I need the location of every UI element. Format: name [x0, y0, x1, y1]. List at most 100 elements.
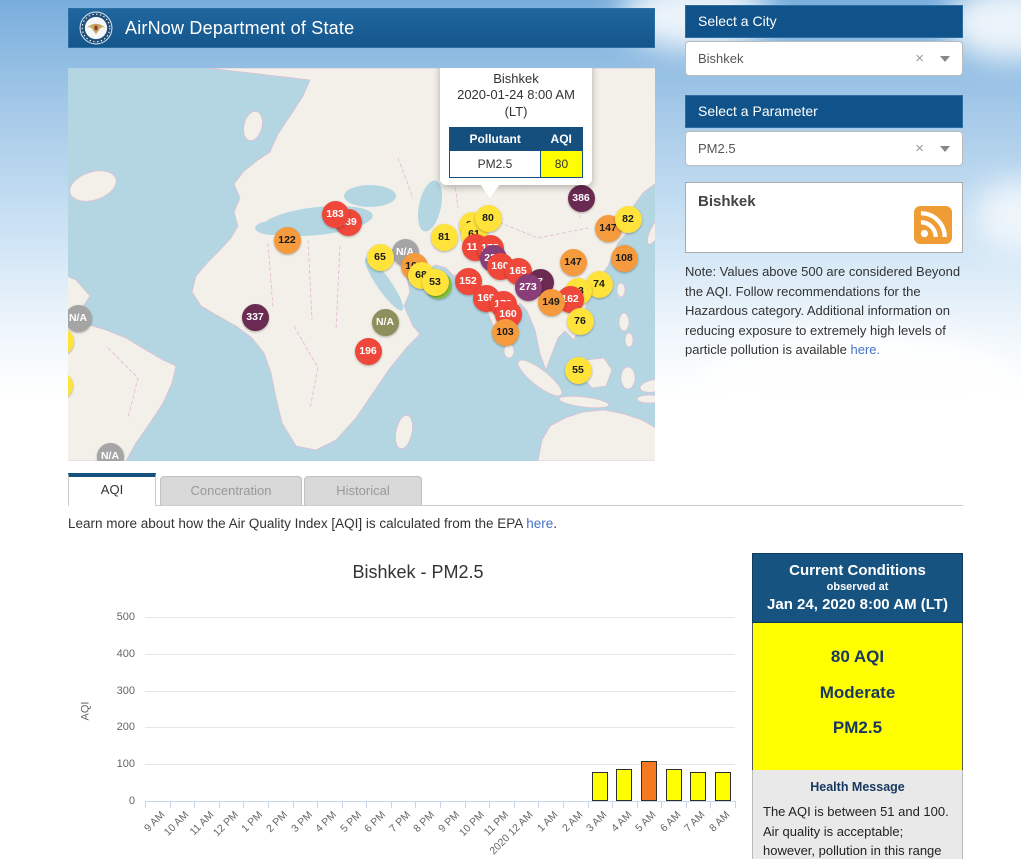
y-axis-title: AQI	[79, 702, 91, 721]
city-dropdown[interactable]: Bishkek ×	[685, 41, 963, 76]
parameter-chevron-down-icon[interactable]	[940, 146, 950, 152]
y-gridline	[145, 691, 735, 692]
map-marker[interactable]: 80	[475, 205, 502, 232]
map-marker[interactable]: 103	[492, 319, 519, 346]
note-text: Note: Values above 500 are considered Be…	[685, 264, 960, 357]
cloud	[975, 180, 1021, 250]
chart-bar[interactable]	[592, 772, 608, 801]
world-map[interactable]: 139183122N/A1337196N/AN/AN/A651066853386…	[68, 68, 655, 461]
current-conditions-title: Current Conditions	[757, 562, 958, 579]
aqi-category: Moderate	[757, 675, 958, 711]
x-tick	[563, 802, 564, 808]
health-message-block: Health Message The AQI is between 51 and…	[752, 770, 963, 859]
tab-underline	[68, 505, 963, 506]
x-tick	[366, 802, 367, 808]
learn-more-suffix: .	[553, 516, 557, 531]
select-parameter-header: Select a Parameter	[685, 95, 963, 128]
tooltip-datetime: 2020-01-24 8:00 AM (LT)	[447, 87, 585, 120]
parameter-clear-icon[interactable]: ×	[915, 140, 924, 157]
x-tick	[661, 802, 662, 808]
x-tick	[637, 802, 638, 808]
tooltip-aqi-value: 80	[540, 150, 582, 177]
chart-bar[interactable]	[666, 769, 682, 801]
aqi-value: 80 AQI	[757, 639, 958, 675]
department-of-state-seal-icon	[79, 11, 113, 45]
airnow-dos-page: AirNow Department of State	[0, 0, 1021, 859]
parameter-dropdown[interactable]: PM2.5 ×	[685, 131, 963, 166]
observed-at-label: observed at	[757, 581, 958, 593]
city-clear-icon[interactable]: ×	[915, 50, 924, 67]
rss-feed-box: Bishkek	[685, 182, 963, 253]
app-header: AirNow Department of State	[68, 8, 655, 48]
chart-bar[interactable]	[641, 761, 657, 801]
map-marker[interactable]: 65	[367, 244, 394, 271]
map-marker[interactable]: 53	[422, 269, 449, 296]
map-marker[interactable]: 273	[515, 274, 542, 301]
tab-concentration[interactable]: Concentration	[160, 476, 302, 505]
map-marker[interactable]: 196	[355, 338, 382, 365]
tab-historical[interactable]: Historical	[304, 476, 422, 505]
map-marker[interactable]: 76	[567, 308, 594, 335]
x-tick	[415, 802, 416, 808]
tooltip-pollutant-value: PM2.5	[450, 150, 541, 177]
map-marker[interactable]: 81	[431, 224, 458, 251]
map-marker[interactable]: N/A	[68, 305, 92, 332]
map-marker[interactable]: 108	[611, 245, 638, 272]
learn-more-text: Learn more about how the Air Quality Ind…	[68, 516, 557, 531]
observation-datetime: Jan 24, 2020 8:00 AM (LT)	[757, 596, 958, 613]
health-message-title: Health Message	[763, 780, 952, 794]
map-marker[interactable]: 147	[560, 249, 587, 276]
y-gridline	[145, 617, 735, 618]
select-city-header: Select a City	[685, 5, 963, 38]
tooltip-table: Pollutant AQI PM2.5 80	[449, 127, 583, 178]
x-tick	[342, 802, 343, 808]
x-tick	[145, 802, 146, 808]
tab-aqi[interactable]: AQI	[68, 473, 156, 506]
tooltip-pollutant-header: Pollutant	[450, 127, 541, 150]
map-tooltip: Bishkek 2020-01-24 8:00 AM (LT) Pollutan…	[440, 68, 592, 185]
y-gridline	[145, 654, 735, 655]
current-conditions-header: Current Conditions observed at Jan 24, 2…	[752, 553, 963, 623]
chart-bar[interactable]	[715, 772, 731, 801]
x-tick	[710, 802, 711, 808]
current-conditions-panel: Current Conditions observed at Jan 24, 2…	[752, 553, 963, 859]
y-tick-label: 0	[95, 795, 135, 807]
y-tick-label: 300	[95, 685, 135, 697]
x-tick	[538, 802, 539, 808]
map-marker[interactable]: 149	[538, 289, 565, 316]
note-here-link[interactable]: here.	[851, 342, 881, 357]
aqi-parameter: PM2.5	[757, 710, 958, 746]
chart-title: Bishkek - PM2.5	[68, 562, 768, 583]
map-marker[interactable]: 82	[615, 206, 642, 233]
map-marker[interactable]: 386	[568, 185, 595, 212]
y-tick-label: 200	[95, 721, 135, 733]
beyond-aqi-note: Note: Values above 500 are considered Be…	[685, 262, 967, 360]
x-tick	[489, 802, 490, 808]
x-tick	[612, 802, 613, 808]
x-tick	[170, 802, 171, 808]
y-tick-label: 500	[95, 611, 135, 623]
map-marker[interactable]: 55	[565, 357, 592, 384]
map-marker[interactable]: 122	[274, 227, 301, 254]
rss-icon[interactable]	[914, 206, 952, 244]
x-tick	[243, 802, 244, 808]
app-title: AirNow Department of State	[125, 18, 354, 39]
aqi-bar-chart: Bishkek - PM2.5 AQI 01002003004005009 AM…	[68, 545, 768, 859]
x-tick	[317, 802, 318, 808]
x-tick	[219, 802, 220, 808]
map-marker[interactable]: 183	[322, 201, 349, 228]
learn-more-prefix: Learn more about how the Air Quality Ind…	[68, 516, 523, 531]
map-marker[interactable]: N/A	[372, 309, 399, 336]
x-tick	[391, 802, 392, 808]
x-tick	[465, 802, 466, 808]
y-tick-label: 100	[95, 758, 135, 770]
x-tick	[514, 802, 515, 808]
city-dropdown-value: Bishkek	[698, 51, 915, 66]
city-chevron-down-icon[interactable]	[940, 56, 950, 62]
chart-bar[interactable]	[690, 772, 706, 801]
aqi-summary-block: 80 AQI Moderate PM2.5	[752, 623, 963, 770]
map-marker[interactable]: 337	[242, 304, 269, 331]
x-tick	[268, 802, 269, 808]
chart-bar[interactable]	[616, 769, 632, 801]
learn-more-here-link[interactable]: here	[526, 516, 553, 531]
